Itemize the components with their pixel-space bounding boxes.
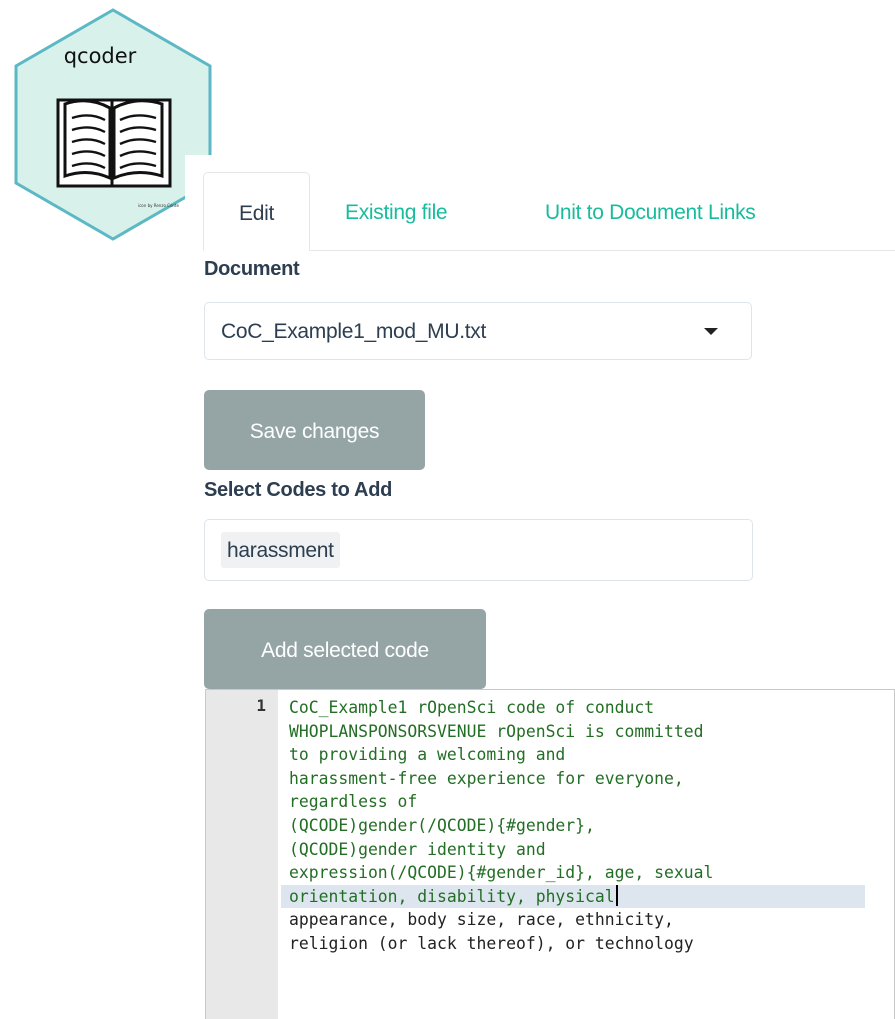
editor-line: expression(/QCODE){#gender_id}, age, sex… bbox=[289, 863, 714, 883]
selected-code-chip[interactable]: harassment bbox=[221, 532, 340, 568]
logo-credit: icon by Renzo Conte bbox=[138, 203, 179, 208]
editor-line: appearance, body size, race, ethnicity, bbox=[289, 910, 674, 930]
logo-title: qcoder bbox=[63, 44, 137, 68]
tab-bar: Edit Existing file Unit to Document Link… bbox=[203, 172, 895, 251]
tab-existing-file[interactable]: Existing file bbox=[345, 172, 448, 250]
codes-select-input[interactable]: harassment bbox=[204, 519, 753, 581]
editor-line: (QCODE)gender(/QCODE){#gender}, bbox=[289, 815, 595, 835]
document-select-value: CoC_Example1_mod_MU.txt bbox=[221, 320, 487, 343]
add-selected-code-button[interactable]: Add selected code bbox=[204, 609, 486, 689]
editor-line: regardless of bbox=[289, 792, 418, 812]
chevron-down-icon bbox=[704, 328, 718, 335]
line-number: 1 bbox=[256, 696, 266, 715]
editor-line: WHOPLANSPONSORSVENUE rOpenSci is committ… bbox=[289, 721, 704, 741]
document-label: Document bbox=[204, 258, 300, 280]
tab-unit-to-document-links[interactable]: Unit to Document Links bbox=[545, 172, 756, 250]
editor-line: to providing a welcoming and bbox=[289, 745, 566, 765]
open-book-icon bbox=[56, 98, 172, 188]
editor-line: CoC_Example1 rOpenSci code of conduct bbox=[289, 698, 655, 717]
editor-line-selected: orientation, disability, physical bbox=[281, 884, 865, 909]
select-codes-label: Select Codes to Add bbox=[204, 479, 393, 501]
text-cursor bbox=[615, 884, 618, 906]
code-editor[interactable]: 1 CoC_Example1 rOpenSci code of conduct … bbox=[205, 689, 895, 1019]
save-changes-button[interactable]: Save changes bbox=[204, 390, 425, 470]
editor-gutter: 1 bbox=[206, 690, 278, 1019]
editor-line: (QCODE)gender identity and bbox=[289, 839, 546, 859]
editor-line: religion (or lack thereof), or technolog… bbox=[289, 933, 694, 953]
tab-edit[interactable]: Edit bbox=[203, 172, 310, 251]
editor-content[interactable]: CoC_Example1 rOpenSci code of conduct WH… bbox=[281, 696, 889, 956]
document-select[interactable]: CoC_Example1_mod_MU.txt bbox=[204, 302, 752, 360]
editor-line: harassment-free experience for everyone, bbox=[289, 768, 684, 788]
